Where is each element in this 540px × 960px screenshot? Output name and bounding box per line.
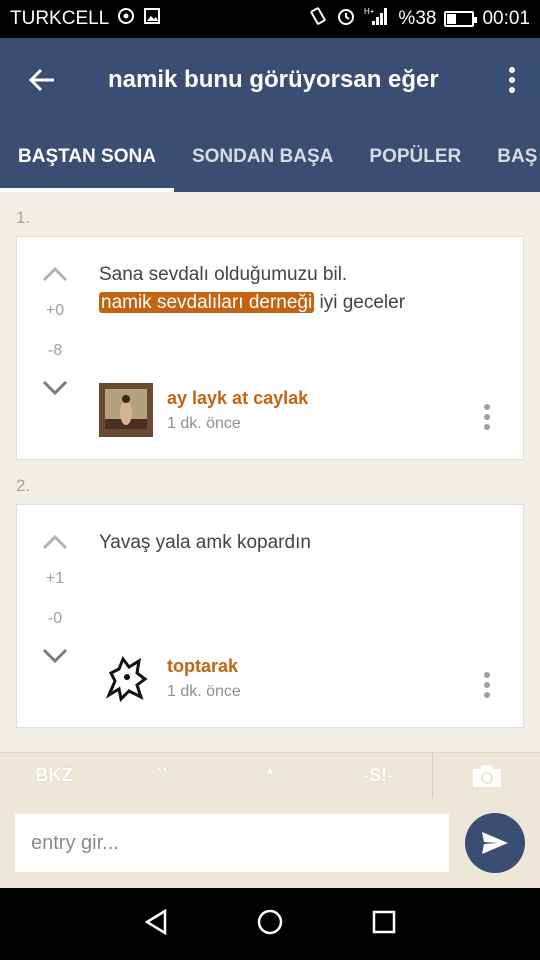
upvote-count: +1 — [45, 570, 65, 587]
downvote-count: -8 — [47, 342, 63, 359]
battery-icon — [444, 11, 478, 27]
downvote-button[interactable] — [42, 371, 68, 405]
entry-menu-button[interactable] — [483, 671, 491, 704]
status-right: H+ %38 00:01 — [308, 6, 530, 32]
camera-button[interactable] — [433, 763, 540, 789]
nav-back-button[interactable] — [143, 908, 169, 941]
backtick-button[interactable]: `` — [108, 765, 216, 786]
carrier-name: TURKCELL — [10, 8, 110, 29]
entry-time: 1 dk. önce — [167, 682, 241, 700]
entry-input-bar — [0, 798, 540, 888]
network-type: H+ — [364, 7, 375, 16]
upvote-button[interactable] — [42, 257, 68, 291]
avatar[interactable] — [99, 651, 153, 705]
downvote-button[interactable] — [42, 639, 68, 673]
triangle-back-icon — [144, 908, 167, 935]
entry-card: +1 -0 Yavaş yala amk kopardın toptarak 1… — [16, 504, 524, 728]
upvote-button[interactable] — [42, 525, 68, 559]
nav-home-button[interactable] — [256, 908, 284, 941]
send-button[interactable] — [465, 813, 525, 873]
author-row: ay layk at caylak 1 dk. önce — [99, 383, 308, 437]
more-vert-icon — [509, 67, 515, 93]
chevron-down-icon — [42, 380, 68, 396]
entry-text-part: iyi geceler — [314, 292, 406, 313]
camera-icon — [472, 764, 501, 787]
chevron-down-icon — [42, 648, 68, 664]
downvote-count: -0 — [47, 610, 63, 627]
system-nav-bar — [0, 888, 540, 960]
entry-menu-button[interactable] — [483, 403, 491, 436]
star-button[interactable]: * — [216, 765, 324, 786]
image-icon — [143, 7, 161, 31]
tab-bastan-sona[interactable]: BAŞTAN SONA — [0, 122, 174, 192]
entry-input[interactable] — [15, 814, 449, 872]
page-title: namik bunu görüyorsan eğer — [108, 66, 439, 93]
status-left: TURKCELL — [10, 7, 161, 31]
square-recents-icon — [372, 910, 395, 933]
entry-text: Yavaş yala amk kopardın — [99, 532, 311, 553]
avatar[interactable] — [99, 383, 153, 437]
vibrate-icon — [308, 6, 328, 32]
alarm-icon — [336, 6, 356, 32]
author-name[interactable]: toptarak — [167, 656, 241, 677]
more-vert-icon — [484, 672, 490, 698]
entry-number: 2. — [16, 476, 31, 495]
sort-tabs: BAŞTAN SONA SONDAN BAŞA POPÜLER BAŞ — [0, 122, 540, 192]
chevron-up-icon — [42, 534, 68, 550]
bkz-link[interactable]: namik sevdalıları derneği — [99, 292, 315, 313]
bkz-button[interactable]: BKZ — [0, 765, 108, 786]
author-info: toptarak 1 dk. önce — [167, 656, 241, 701]
battery-level — [447, 14, 457, 24]
status-bar: TURKCELL H+ %38 00:01 — [0, 0, 540, 38]
author-info: ay layk at caylak 1 dk. önce — [167, 388, 308, 433]
entry-card: +0 -8 Sana sevdalı olduğumuzu bil. namik… — [16, 236, 524, 460]
clock: 00:01 — [482, 8, 530, 29]
back-button[interactable] — [0, 38, 84, 122]
author-name[interactable]: ay layk at caylak — [167, 388, 308, 409]
author-row: toptarak 1 dk. önce — [99, 651, 241, 705]
entry-text: Sana sevdalı olduğumuzu bil. namik sevda… — [99, 261, 503, 317]
signal-icon: H+ — [364, 6, 390, 32]
send-icon — [482, 832, 508, 854]
format-toolbar: BKZ `` * -S!- — [0, 752, 540, 799]
entry-text-part: Sana sevdalı olduğumuzu bil. — [99, 264, 348, 285]
upvote-count: +0 — [45, 302, 65, 319]
entry-number: 1. — [16, 208, 31, 227]
entry-list[interactable]: 1. +0 -8 Sana sevdalı olduğumuzu bil. na… — [0, 192, 540, 752]
chevron-up-icon — [42, 266, 68, 282]
battery-percent: %38 — [398, 8, 437, 29]
circle-home-icon — [257, 909, 283, 934]
tab-sondan-basa[interactable]: SONDAN BAŞA — [174, 122, 351, 192]
tab-bas[interactable]: BAŞ — [479, 122, 540, 192]
whatsapp-icon — [117, 7, 135, 31]
more-vert-icon — [484, 404, 490, 430]
tab-populer[interactable]: POPÜLER — [351, 122, 479, 192]
vote-column: +0 -8 — [37, 257, 73, 405]
vote-column: +1 -0 — [37, 525, 73, 673]
spoiler-button[interactable]: -S!- — [324, 765, 432, 786]
overflow-menu-button[interactable] — [484, 38, 540, 122]
nav-recents-button[interactable] — [371, 909, 397, 940]
entry-time: 1 dk. önce — [167, 414, 241, 432]
app-bar: namik bunu görüyorsan eğer — [0, 38, 540, 122]
arrow-left-icon — [28, 68, 54, 92]
